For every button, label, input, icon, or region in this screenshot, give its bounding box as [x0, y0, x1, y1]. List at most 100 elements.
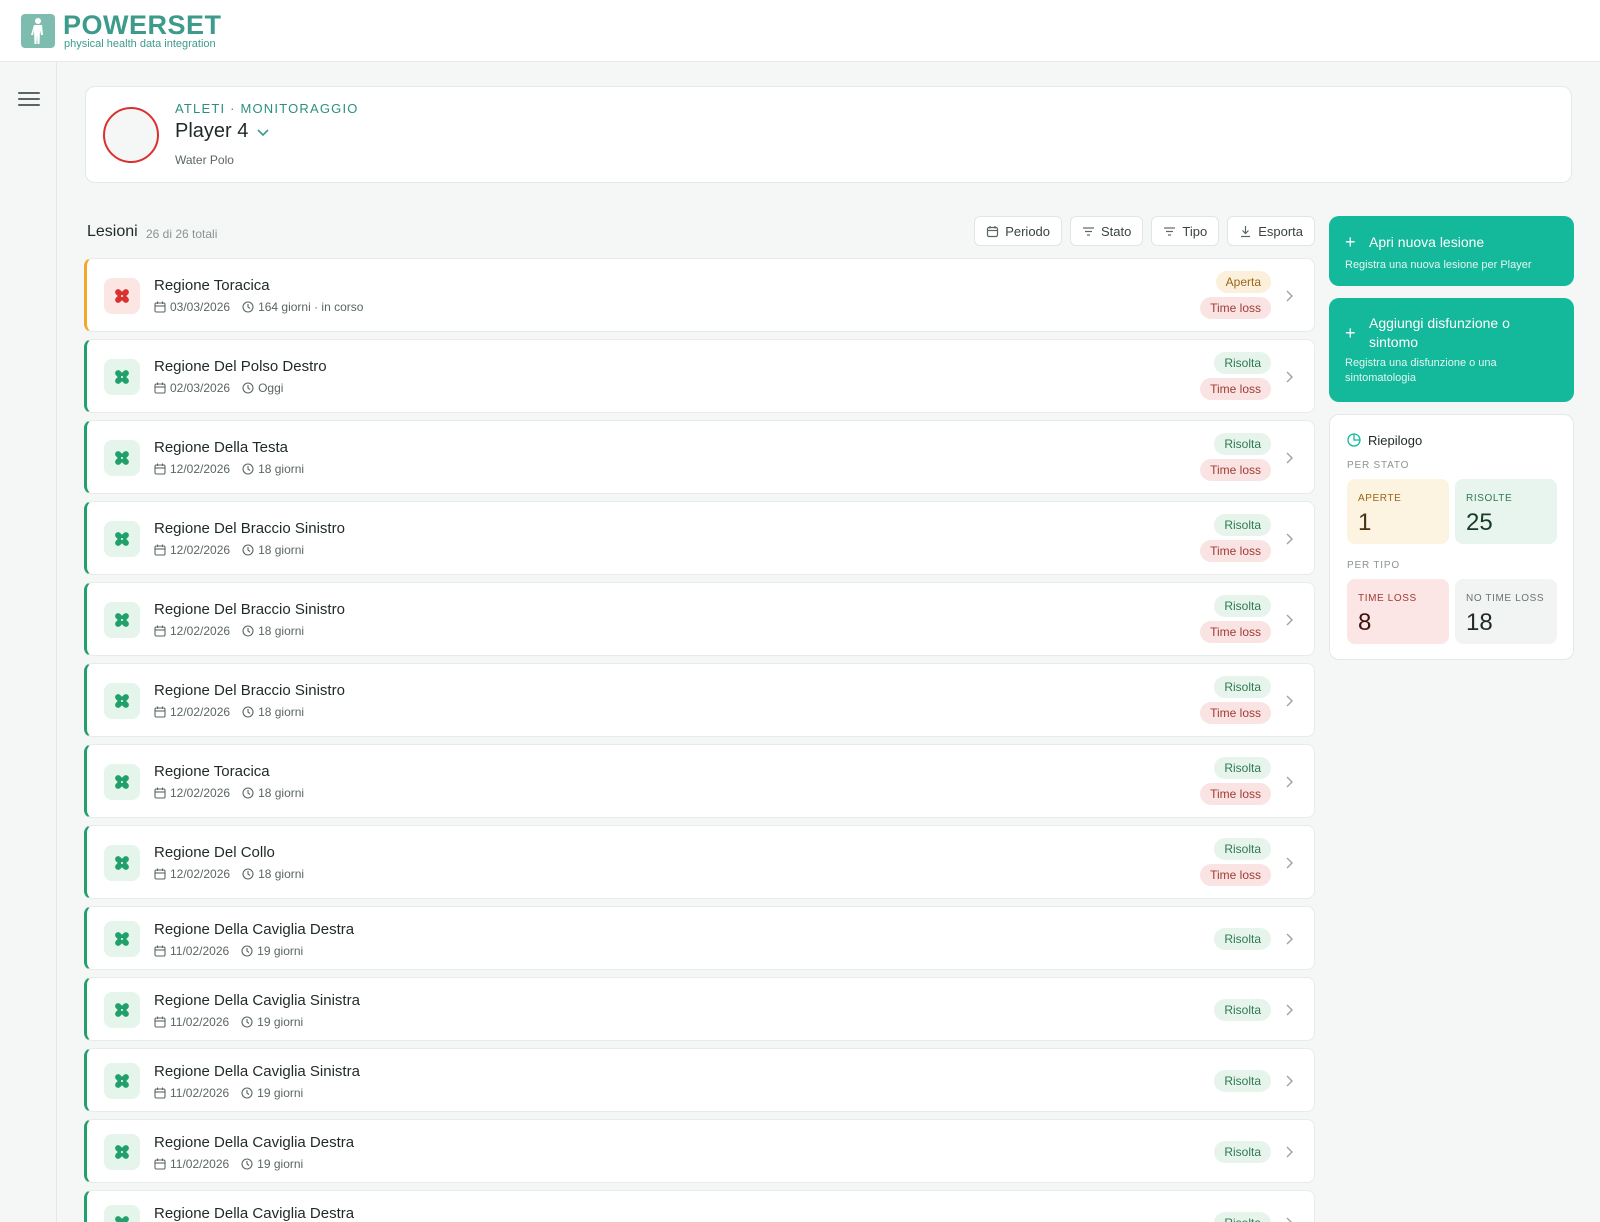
period-filter-button[interactable]: Periodo	[974, 216, 1063, 246]
injury-duration: 18 giorni	[258, 462, 305, 476]
injury-list-header: Lesioni 26 di 26 totali Periodo Stato Ti…	[85, 216, 1315, 248]
hamburger-menu-icon[interactable]	[18, 92, 40, 108]
injury-row[interactable]: Regione Toracica 03/03/2026 164 giorni ·…	[84, 258, 1315, 332]
bandage-icon	[104, 1063, 140, 1099]
status-badge: Risolta	[1214, 1141, 1271, 1163]
calendar-icon	[154, 1158, 166, 1170]
injury-meta: 02/03/2026 Oggi	[154, 381, 283, 395]
injury-meta: 12/02/2026 18 giorni	[154, 867, 304, 881]
injury-date: 02/03/2026	[170, 381, 231, 395]
player-selector[interactable]: Player 4	[175, 120, 270, 143]
brand-title: POWERSET	[63, 10, 222, 40]
chevron-right-icon	[1286, 533, 1293, 545]
status-badge: Aperta	[1215, 271, 1271, 293]
injury-date: 11/02/2026	[170, 1157, 230, 1171]
injury-date: 11/02/2026	[170, 944, 230, 958]
injury-meta: 11/02/2026 19 giorni	[154, 944, 303, 958]
plus-icon: +	[1345, 232, 1356, 252]
clock-icon	[241, 1158, 253, 1170]
filter-icon	[1083, 226, 1095, 236]
status-badge: Risolta	[1214, 433, 1271, 455]
calendar-icon	[154, 1087, 166, 1099]
top-bar: POWERSET physical health data integratio…	[0, 0, 1600, 62]
chevron-right-icon	[1286, 695, 1293, 707]
action-title: Apri nuova lesione	[1369, 234, 1485, 250]
injury-row[interactable]: Regione Toracica 12/02/2026 18 giorni Ri…	[84, 744, 1315, 818]
injury-row[interactable]: Regione Della Caviglia Destra Risolta	[84, 1190, 1315, 1222]
injury-duration: 19 giorni	[257, 1086, 304, 1100]
chevron-right-icon	[1286, 290, 1293, 302]
chevron-right-icon	[1286, 776, 1293, 788]
injury-row[interactable]: Regione Della Caviglia Destra 11/02/2026…	[84, 1119, 1315, 1183]
status-badge: Risolta	[1214, 928, 1271, 950]
injury-row[interactable]: Regione Della Testa 12/02/2026 18 giorni…	[84, 420, 1315, 494]
injury-duration: 19 giorni	[257, 1015, 304, 1029]
bandage-icon	[104, 359, 140, 395]
clock-icon	[241, 1016, 253, 1028]
clock-icon	[242, 625, 254, 637]
injury-duration: 19 giorni	[257, 944, 304, 958]
injury-meta: 12/02/2026 18 giorni	[154, 705, 304, 719]
injury-date: 11/02/2026	[170, 1086, 230, 1100]
open-new-injury-button[interactable]: + Apri nuova lesione Registra una nuova …	[1329, 216, 1574, 286]
status-badge: Risolta	[1214, 1212, 1271, 1222]
injury-row[interactable]: Regione Del Polso Destro 02/03/2026 Oggi…	[84, 339, 1315, 413]
injury-date: 12/02/2026	[170, 867, 231, 881]
injury-duration: 18 giorni	[258, 543, 305, 557]
time-loss-badge: Time loss	[1200, 540, 1271, 562]
clock-icon	[241, 945, 253, 957]
action-title: Aggiungi disfunzione o sintomo	[1369, 315, 1510, 350]
injury-row[interactable]: Regione Della Caviglia Sinistra 11/02/20…	[84, 1048, 1315, 1112]
add-dysfunction-button[interactable]: + Aggiungi disfunzione o sintomo Registr…	[1329, 298, 1574, 402]
resolved-count-tile: RISOLTE 25	[1455, 479, 1557, 544]
status-badge: Risolta	[1214, 595, 1271, 617]
download-icon	[1241, 225, 1251, 237]
injury-region: Regione Del Polso Destro	[154, 358, 327, 375]
export-button[interactable]: Esporta	[1227, 216, 1315, 246]
time-loss-badge: Time loss	[1200, 702, 1271, 724]
injury-date: 12/02/2026	[170, 624, 231, 638]
filter-icon	[1164, 226, 1176, 236]
injury-region: Regione Del Braccio Sinistro	[154, 682, 345, 699]
injury-region: Regione Toracica	[154, 277, 270, 294]
injury-region: Regione Toracica	[154, 763, 270, 780]
bandage-icon	[104, 992, 140, 1028]
calendar-icon	[987, 225, 999, 237]
status-filter-button[interactable]: Stato	[1070, 216, 1144, 246]
injury-row[interactable]: Regione Della Caviglia Destra 11/02/2026…	[84, 906, 1315, 970]
chevron-right-icon	[1286, 1217, 1292, 1222]
injury-date: 12/02/2026	[170, 705, 231, 719]
injury-row[interactable]: Regione Del Braccio Sinistro 12/02/2026 …	[84, 663, 1315, 737]
injury-duration: 18 giorni	[258, 867, 305, 881]
avatar	[103, 107, 159, 163]
bandage-icon	[104, 845, 140, 881]
injury-row[interactable]: Regione Del Braccio Sinistro 12/02/2026 …	[84, 582, 1315, 656]
action-description: Registra una nuova lesione per Player	[1345, 259, 1532, 271]
injury-date: 11/02/2026	[170, 1015, 230, 1029]
chevron-right-icon	[1286, 614, 1293, 626]
calendar-icon	[154, 868, 166, 880]
status-badge: Risolta	[1214, 676, 1271, 698]
time-loss-badge: Time loss	[1200, 297, 1271, 319]
injury-row[interactable]: Regione Del Braccio Sinistro 12/02/2026 …	[84, 501, 1315, 575]
time-loss-badge: Time loss	[1200, 864, 1271, 886]
time-loss-tile: TIME LOSS 8	[1347, 579, 1449, 644]
sidebar	[0, 62, 57, 1222]
injury-date: 12/02/2026	[170, 543, 231, 557]
status-badge: Risolta	[1214, 838, 1271, 860]
calendar-icon	[154, 1016, 166, 1028]
injury-count: 26 di 26 totali	[146, 227, 218, 241]
injury-row[interactable]: Regione Della Caviglia Sinistra 11/02/20…	[84, 977, 1315, 1041]
calendar-icon	[154, 945, 166, 957]
time-loss-badge: Time loss	[1200, 459, 1271, 481]
injury-meta: 12/02/2026 18 giorni	[154, 624, 304, 638]
bandage-icon	[104, 921, 140, 957]
injury-row[interactable]: Regione Del Collo 12/02/2026 18 giorni R…	[84, 825, 1315, 899]
type-filter-button[interactable]: Tipo	[1151, 216, 1220, 246]
chevron-right-icon	[1286, 1075, 1293, 1087]
bandage-icon	[104, 521, 140, 557]
chevron-right-icon	[1286, 1004, 1293, 1016]
injury-meta: 12/02/2026 18 giorni	[154, 543, 304, 557]
clock-icon	[242, 301, 254, 313]
status-badge: Risolta	[1214, 757, 1271, 779]
